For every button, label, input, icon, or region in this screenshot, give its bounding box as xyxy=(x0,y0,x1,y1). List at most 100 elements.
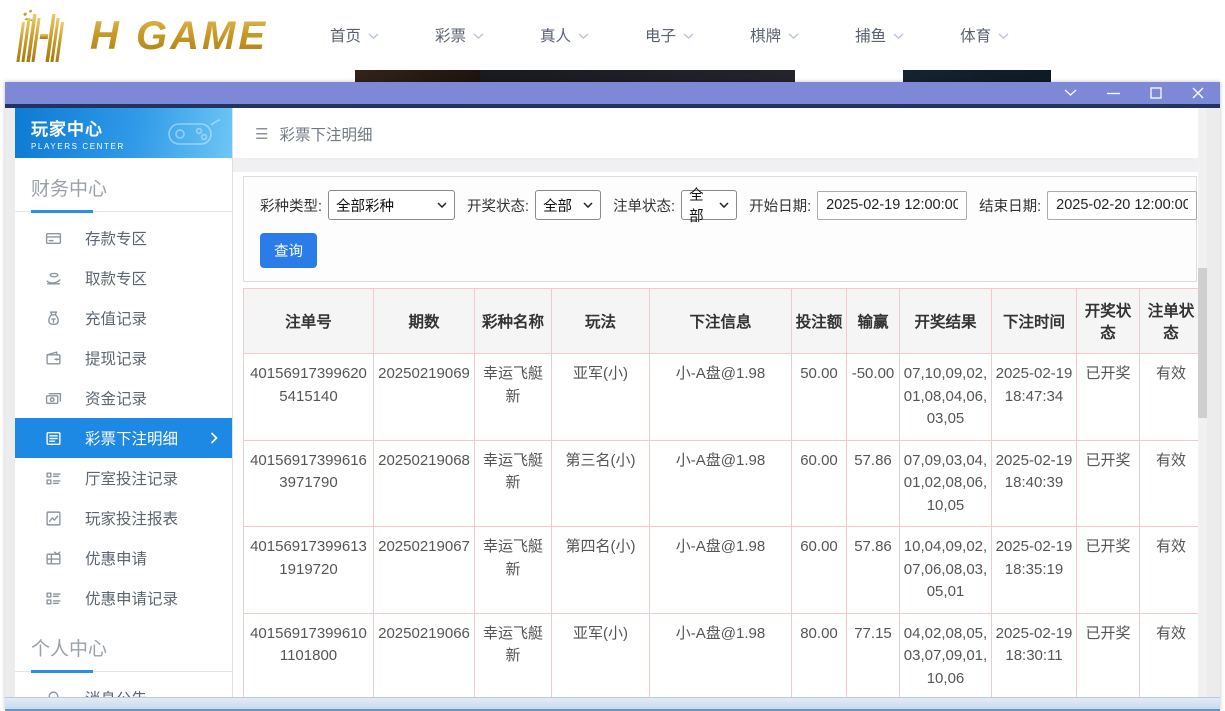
order-status-value: 全部 xyxy=(689,184,713,226)
sidebar-item[interactable]: 充值记录 xyxy=(15,298,232,338)
logo-mark-icon xyxy=(8,8,86,62)
cell-draw-status: 已开奖 xyxy=(1077,613,1140,697)
cell-bet-time: 2025-02-19 18:47:34 xyxy=(992,354,1077,441)
chevron-down-icon xyxy=(437,202,447,208)
lottery-type-label: 彩种类型: xyxy=(260,195,322,216)
cell-play-type: 第三名(小) xyxy=(552,440,650,527)
window-minimize-button[interactable] xyxy=(1107,85,1120,101)
cell-lottery-name: 幸运飞艇新 xyxy=(475,613,552,697)
nav-item[interactable]: 电子 xyxy=(645,24,694,46)
sidebar: 玩家中心 PLAYERS CENTER 财务中心存款专区取款专区充值记录提现记录… xyxy=(15,108,232,697)
sidebar-item[interactable]: 提现记录 xyxy=(15,338,232,378)
filter-panel: 彩种类型: 全部彩种 开奖状态: 全部 注单状态: 全部 xyxy=(243,176,1197,282)
cell-order-status: 有效 xyxy=(1140,440,1203,527)
column-header: 开奖结果 xyxy=(900,289,992,354)
draw-status-label: 开奖状态: xyxy=(467,195,529,216)
bet-table-wrap: 注单号期数彩种名称玩法下注信息投注额输赢开奖结果下注时间开奖状态注单状态4015… xyxy=(243,288,1207,697)
sidebar-item[interactable]: 取款专区 xyxy=(15,258,232,298)
section-title: 个人中心 xyxy=(15,618,232,672)
close-icon xyxy=(1192,87,1204,99)
sidebar-item[interactable]: 优惠申请 xyxy=(15,538,232,578)
table-row: 40156917399620541514020250219069幸运飞艇新亚军(… xyxy=(244,354,1203,441)
table-row: 40156917399613191972020250219067幸运飞艇新第四名… xyxy=(244,527,1203,614)
withdraw-wallet-icon xyxy=(45,349,63,367)
cell-bet-info: 小-A盘@1.98 xyxy=(650,527,792,614)
table-header-row: 注单号期数彩种名称玩法下注信息投注额输赢开奖结果下注时间开奖状态注单状态 xyxy=(244,289,1203,354)
lottery-type-select[interactable]: 全部彩种 xyxy=(328,190,455,220)
cell-period: 20250219069 xyxy=(374,354,475,441)
cell-bet-time: 2025-02-19 18:40:39 xyxy=(992,440,1077,527)
chevron-down-icon xyxy=(893,33,904,40)
nav-item[interactable]: 捕鱼 xyxy=(855,24,904,46)
end-date-label: 结束日期: xyxy=(979,195,1041,216)
chevron-down-icon xyxy=(998,33,1009,40)
sidebar-item[interactable]: 彩票下注明细 xyxy=(15,418,232,458)
nav-item[interactable]: 首页 xyxy=(330,24,379,46)
sidebar-item-label: 优惠申请记录 xyxy=(85,587,178,609)
order-status-select[interactable]: 全部 xyxy=(681,190,737,220)
end-date-input[interactable] xyxy=(1047,191,1197,220)
nav-item[interactable]: 彩票 xyxy=(435,24,484,46)
sidebar-item-label: 玩家投注报表 xyxy=(85,507,178,529)
cell-draw-result: 07,10,09,02,01,08,04,06,03,05 xyxy=(900,354,992,441)
app-window: 玩家中心 PLAYERS CENTER 财务中心存款专区取款专区充值记录提现记录… xyxy=(5,82,1220,711)
sidebar-item[interactable]: 厅室投注记录 xyxy=(15,458,232,498)
cell-lottery-name: 幸运飞艇新 xyxy=(475,527,552,614)
chevron-down-icon xyxy=(583,202,593,208)
cell-win-loss: 77.15 xyxy=(847,613,900,697)
sidebar-item-label: 优惠申请 xyxy=(85,547,147,569)
scrollbar-thumb[interactable] xyxy=(1198,268,1207,418)
top-bar: H GAME 首页 彩票 真人 电子 棋牌 捕鱼 体育 xyxy=(0,0,1225,70)
cell-order-id: 401569173996205415140 xyxy=(244,354,374,441)
window-maximize-button[interactable] xyxy=(1150,85,1162,101)
menu-icon[interactable]: ☰ xyxy=(255,125,268,143)
window-collapse-button[interactable] xyxy=(1064,85,1077,101)
order-status-label: 注单状态: xyxy=(613,195,675,216)
window-status-bar xyxy=(5,697,1220,711)
nav-item[interactable]: 体育 xyxy=(960,24,1009,46)
cell-draw-result: 10,04,09,02,07,06,08,03,05,01 xyxy=(900,527,992,614)
sidebar-item[interactable]: 存款专区 xyxy=(15,218,232,258)
start-date-input[interactable] xyxy=(817,191,967,220)
column-header: 下注信息 xyxy=(650,289,792,354)
draw-status-value: 全部 xyxy=(543,195,572,216)
column-header: 下注时间 xyxy=(992,289,1077,354)
cell-draw-result: 07,09,03,04,01,02,08,06,10,05 xyxy=(900,440,992,527)
column-header: 期数 xyxy=(374,289,475,354)
window-close-button[interactable] xyxy=(1192,85,1204,101)
cell-period: 20250219068 xyxy=(374,440,475,527)
cell-order-status: 有效 xyxy=(1140,354,1203,441)
logo-text: H GAME xyxy=(90,10,268,62)
sidebar-title: 玩家中心 xyxy=(31,115,125,140)
top-nav: 首页 彩票 真人 电子 棋牌 捕鱼 体育 xyxy=(330,24,1009,46)
cell-bet-amount: 60.00 xyxy=(792,527,847,614)
lottery-type-value: 全部彩种 xyxy=(336,195,394,216)
sidebar-item-label: 彩票下注明细 xyxy=(85,427,178,449)
cell-bet-time: 2025-02-19 18:35:19 xyxy=(992,527,1077,614)
cell-order-id: 401569173996101101800 xyxy=(244,613,374,697)
cell-bet-info: 小-A盘@1.98 xyxy=(650,613,792,697)
cell-order-id: 401569173996163971790 xyxy=(244,440,374,527)
chevron-down-icon xyxy=(788,33,799,40)
chevron-down-icon xyxy=(683,33,694,40)
sidebar-item[interactable]: 优惠申请记录 xyxy=(15,578,232,618)
sidebar-item[interactable]: 资金记录 xyxy=(15,378,232,418)
cell-period: 20250219066 xyxy=(374,613,475,697)
cell-bet-info: 小-A盘@1.98 xyxy=(650,354,792,441)
page: H GAME 首页 彩票 真人 电子 棋牌 捕鱼 体育 xyxy=(0,0,1225,711)
draw-status-select[interactable]: 全部 xyxy=(535,190,601,220)
sidebar-item-label: 厅室投注记录 xyxy=(85,467,178,489)
nav-item[interactable]: 棋牌 xyxy=(750,24,799,46)
search-button[interactable]: 查询 xyxy=(260,233,317,268)
sidebar-item[interactable]: 消息公告 xyxy=(15,678,232,697)
cell-order-id: 401569173996131919720 xyxy=(244,527,374,614)
content-header: ☰ 彩票下注明细 xyxy=(233,108,1207,158)
sidebar-item[interactable]: 玩家投注报表 xyxy=(15,498,232,538)
table-row: 40156917399610110180020250219066幸运飞艇新亚军(… xyxy=(244,613,1203,697)
chevron-down-icon xyxy=(578,33,589,40)
nav-item[interactable]: 真人 xyxy=(540,24,589,46)
cell-play-type: 亚军(小) xyxy=(552,613,650,697)
brand-logo[interactable]: H GAME xyxy=(8,8,268,62)
nav-item-label: 电子 xyxy=(645,24,676,46)
scrollbar-track[interactable] xyxy=(1198,108,1207,697)
